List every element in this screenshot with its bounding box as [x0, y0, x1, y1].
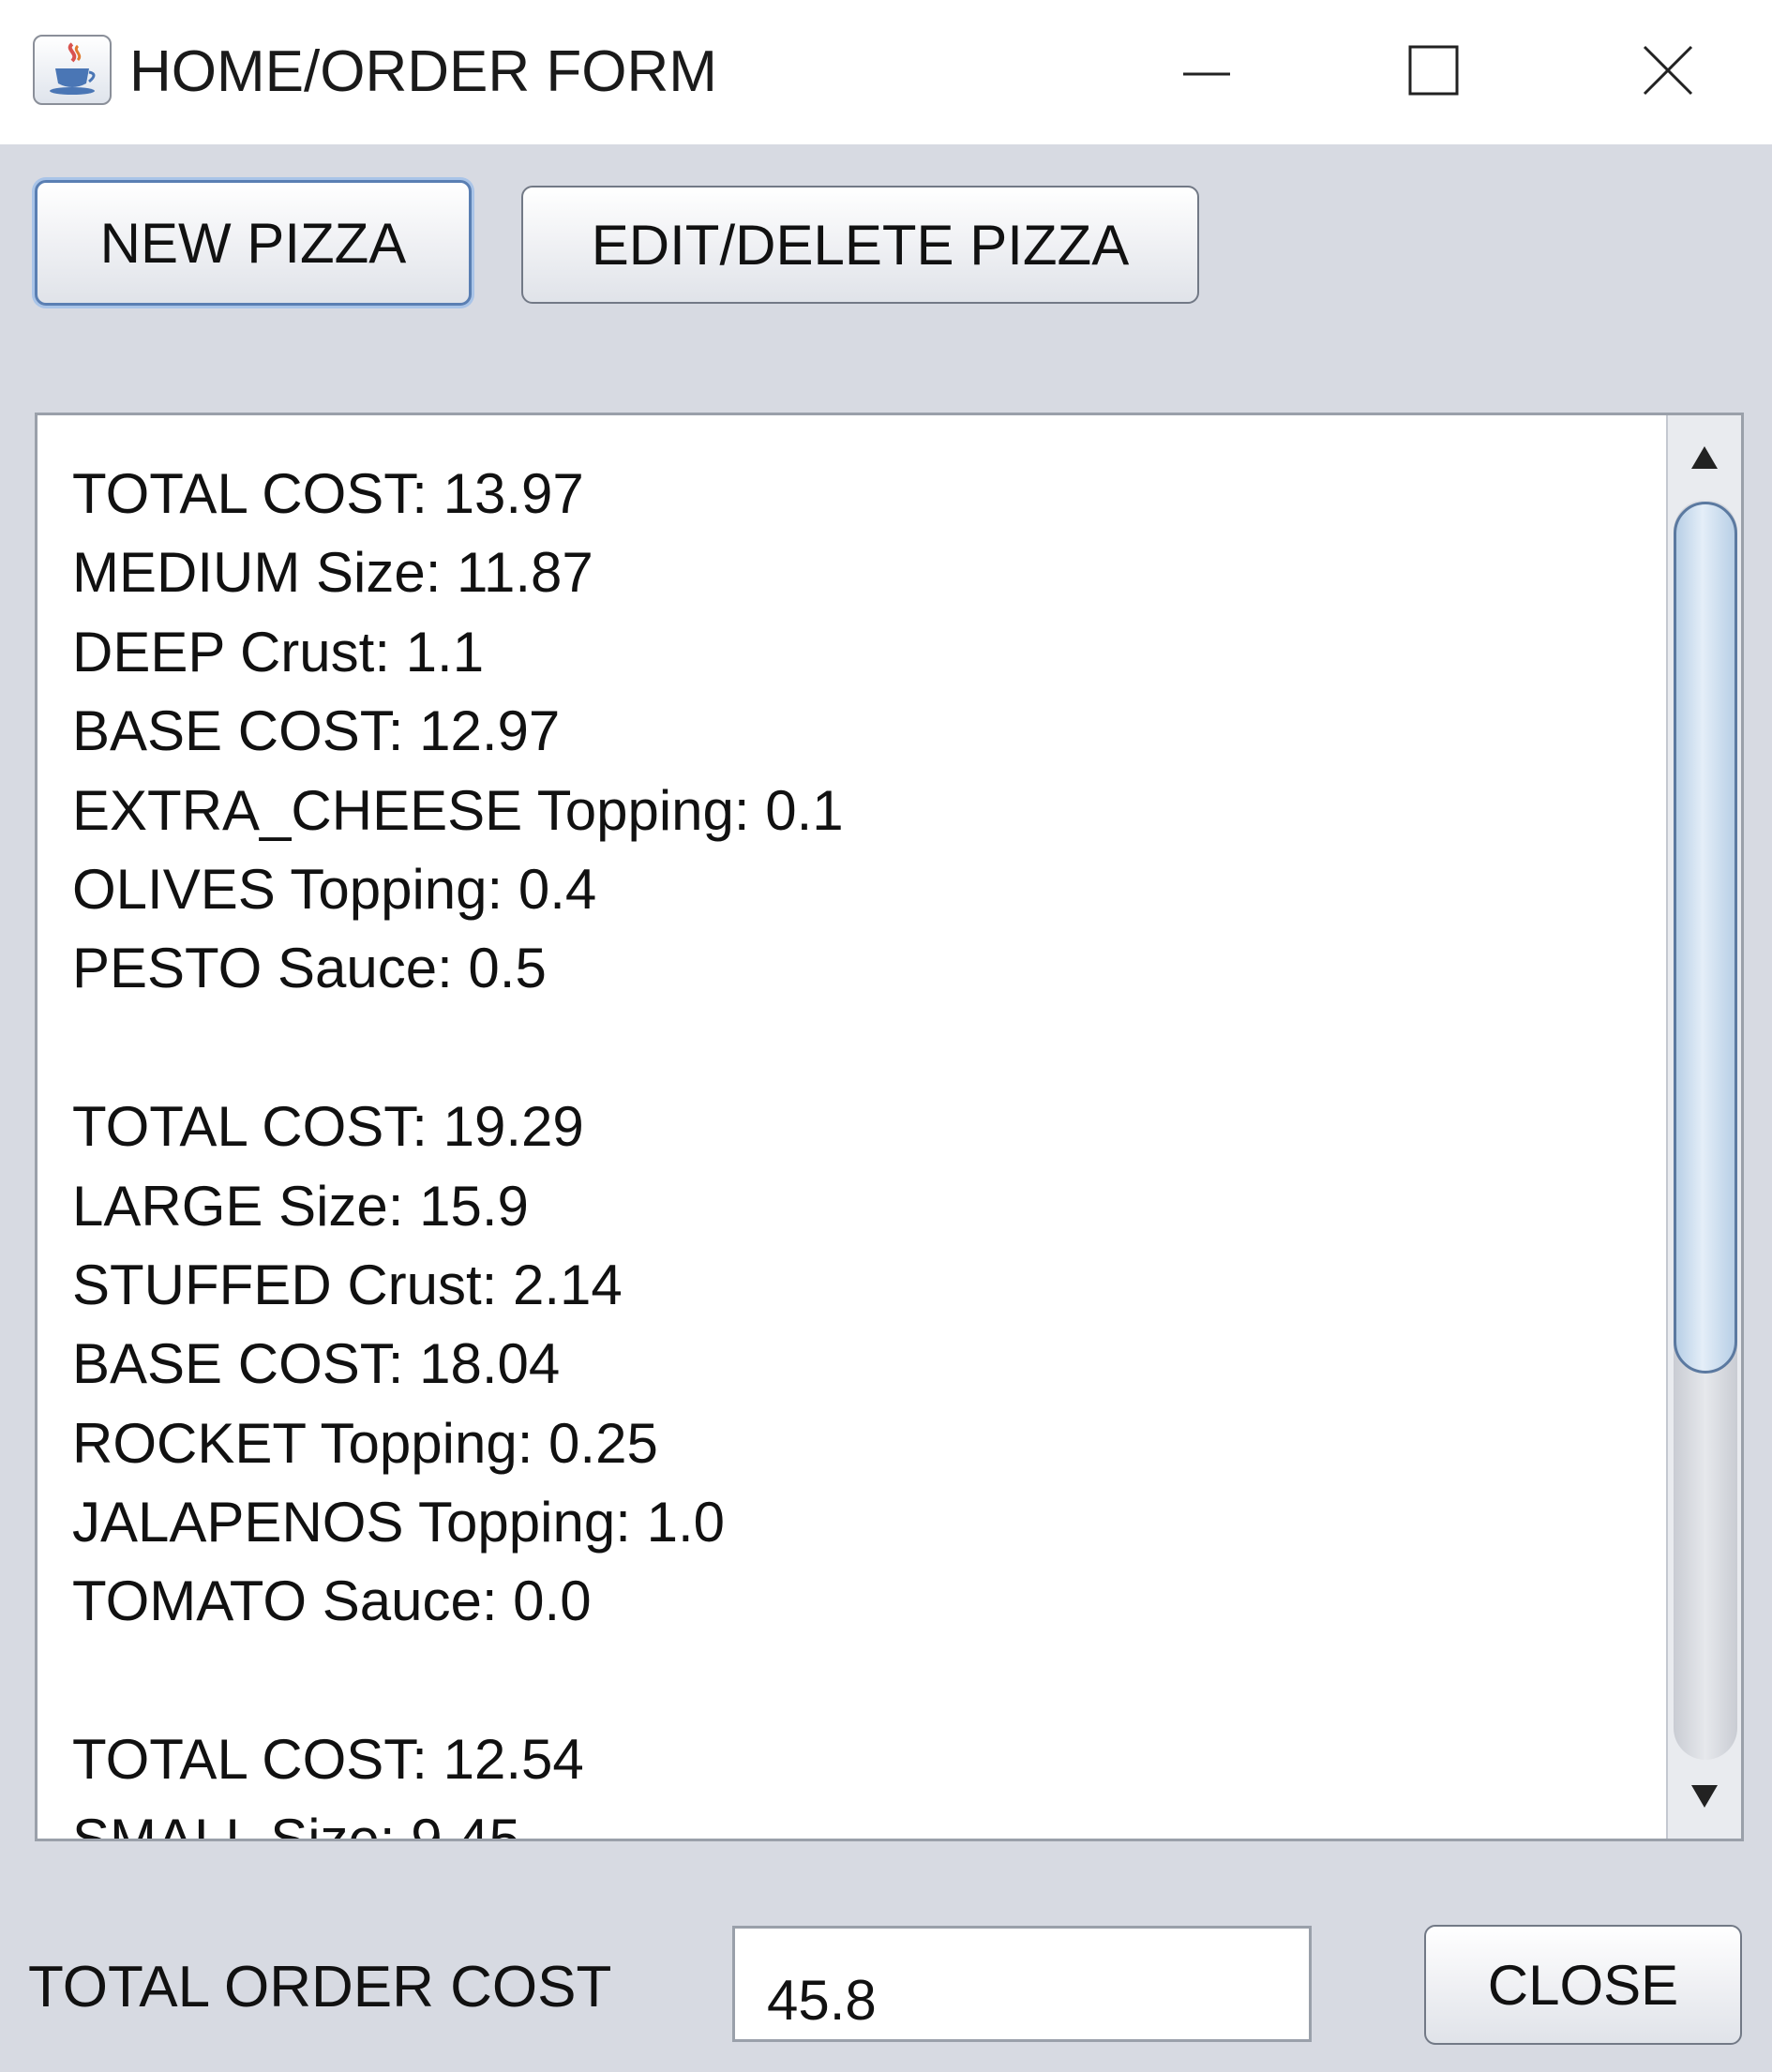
minimize-icon [1183, 72, 1230, 76]
order-line: TOTAL COST: 12.54 [72, 1728, 584, 1792]
order-line: OLIVES Topping: 0.4 [72, 857, 597, 921]
order-line: EXTRA_CHEESE Topping: 0.1 [72, 778, 844, 842]
order-line: SMALL Size: 9.45 [72, 1807, 521, 1841]
arrow-down-icon [1691, 1785, 1718, 1808]
blank-line [72, 1009, 844, 1088]
title-bar[interactable]: HOME/ORDER FORM [0, 0, 1772, 144]
order-line: MEDIUM Size: 11.87 [72, 541, 593, 605]
order-line: STUFFED Crust: 2.14 [72, 1253, 623, 1316]
order-line: TOMATO Sauce: 0.0 [72, 1569, 592, 1633]
close-icon [1643, 45, 1693, 96]
arrow-up-icon [1691, 446, 1718, 469]
order-details-textarea[interactable]: TOTAL COST: 13.97 MEDIUM Size: 11.87 DEEP … [35, 413, 1744, 1841]
scroll-thumb[interactable] [1674, 502, 1737, 1374]
maximize-button[interactable] [1382, 19, 1485, 122]
vertical-scrollbar[interactable] [1666, 415, 1741, 1839]
order-line: BASE COST: 18.04 [72, 1332, 561, 1396]
scroll-down-button[interactable] [1668, 1754, 1741, 1839]
order-form-window: HOME/ORDER FORM NEW PIZZA EDIT/DELETE PI… [0, 0, 1772, 2072]
close-button[interactable]: CLOSE [1424, 1925, 1742, 2045]
total-order-cost-label: TOTAL ORDER COST [28, 1955, 612, 2019]
order-line: PESTO Sauce: 0.5 [72, 937, 547, 1000]
new-pizza-button[interactable]: NEW PIZZA [35, 180, 472, 306]
minimize-button[interactable] [1155, 19, 1258, 122]
window-close-button[interactable] [1616, 19, 1719, 122]
order-line: BASE COST: 12.97 [72, 699, 561, 763]
order-lines-list: TOTAL COST: 13.97 MEDIUM Size: 11.87 DEEP … [72, 455, 844, 1841]
maximize-icon [1408, 45, 1459, 96]
order-line: JALAPENOS Topping: 1.0 [72, 1491, 725, 1554]
order-line: TOTAL COST: 19.29 [72, 1095, 584, 1159]
order-line: DEEP Crust: 1.1 [72, 620, 485, 683]
edit-delete-pizza-button[interactable]: EDIT/DELETE PIZZA [521, 186, 1199, 304]
total-order-cost-field[interactable] [732, 1926, 1312, 2042]
order-line: ROCKET Topping: 0.25 [72, 1411, 658, 1475]
java-coffee-cup-icon [33, 35, 112, 105]
scroll-up-button[interactable] [1668, 415, 1741, 500]
blank-line [72, 1642, 844, 1720]
window-title: HOME/ORDER FORM [129, 39, 717, 104]
order-line: TOTAL COST: 13.97 [72, 462, 584, 525]
order-line: LARGE Size: 15.9 [72, 1174, 529, 1238]
